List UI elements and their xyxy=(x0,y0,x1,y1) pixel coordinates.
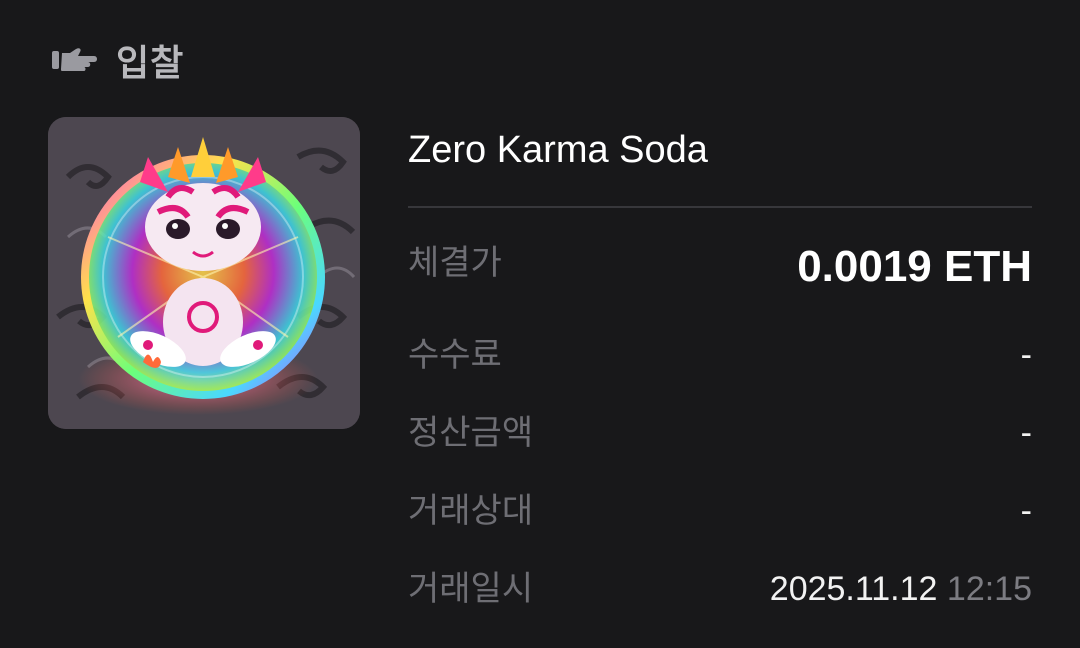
fee-label: 수수료 xyxy=(408,336,502,374)
fee-value: - xyxy=(1020,336,1032,374)
price-value: 0.0019 ETH xyxy=(797,242,1032,291)
trade-time: 12:15 xyxy=(946,570,1032,608)
counterparty-value: - xyxy=(1020,492,1032,530)
divider xyxy=(408,206,1032,208)
trade-date: 2025.11.12 xyxy=(769,570,938,608)
datetime-row: 거래일시 2025.11.12 12:15 xyxy=(408,564,1032,614)
settlement-row: 정산금액 - xyxy=(408,408,1032,458)
settlement-label: 정산금액 xyxy=(408,414,534,452)
price-label: 체결가 xyxy=(408,244,502,282)
nft-artwork-image[interactable] xyxy=(48,117,360,429)
counterparty-label: 거래상대 xyxy=(408,492,534,530)
trade-details: Zero Karma Soda 체결가 0.0019 ETH 수수료 - 정산금… xyxy=(408,118,1032,608)
counterparty-row: 거래상대 - xyxy=(408,486,1032,536)
datetime-value: 2025.11.12 12:15 xyxy=(770,564,1032,614)
hand-point-icon xyxy=(52,48,97,71)
price-row: 체결가 0.0019 ETH xyxy=(408,238,1032,291)
page-title: 입찰 xyxy=(116,42,185,83)
settlement-value: - xyxy=(1020,414,1032,452)
section-header: 입찰 xyxy=(50,34,184,86)
fee-row: 수수료 - xyxy=(408,330,1032,380)
datetime-label: 거래일시 xyxy=(408,570,534,608)
item-name[interactable]: Zero Karma Soda xyxy=(408,118,1032,182)
